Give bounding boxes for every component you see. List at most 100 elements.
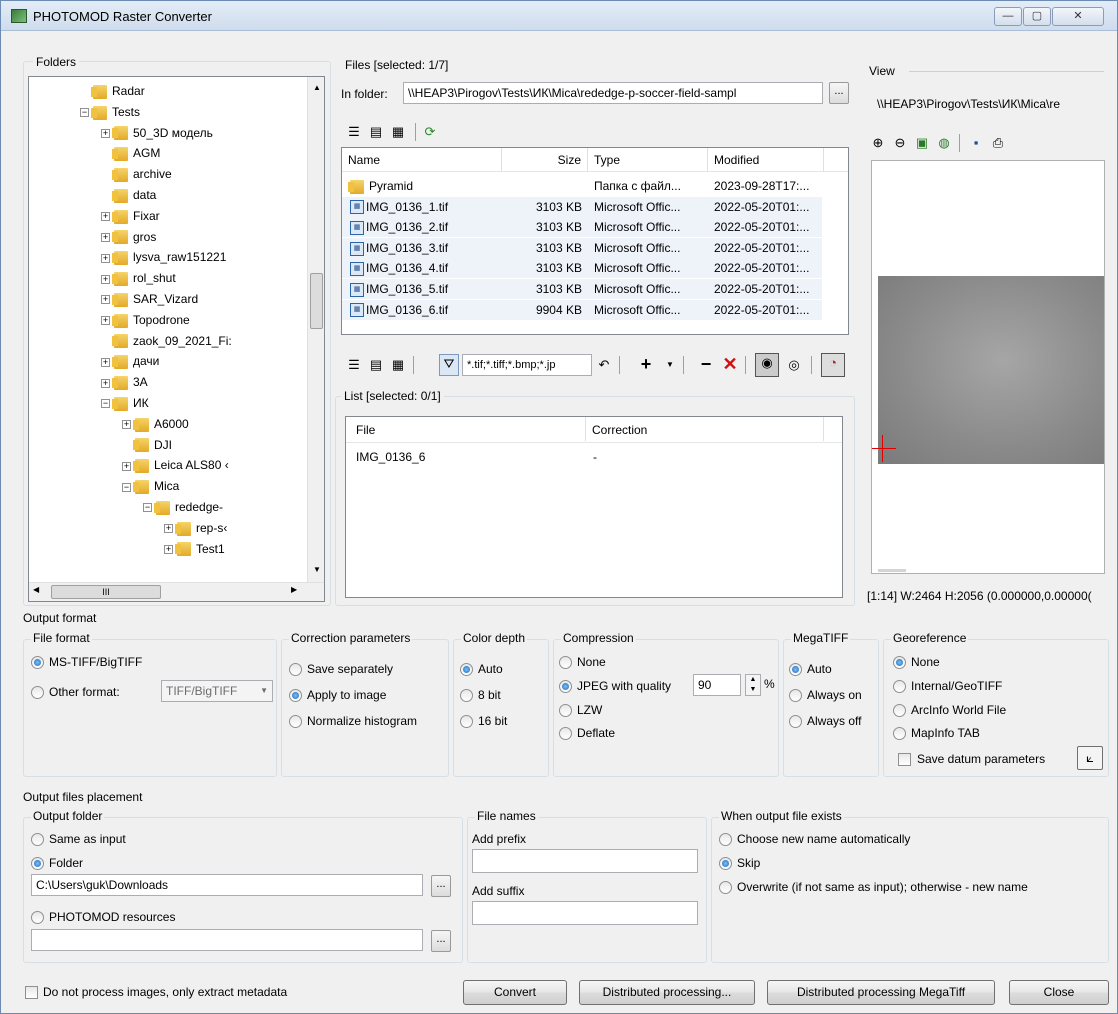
tree-item[interactable]: + Test1 bbox=[164, 539, 225, 559]
collapse-icon[interactable]: − bbox=[122, 482, 131, 492]
tree-item[interactable]: Radar bbox=[80, 81, 145, 101]
add-icon[interactable]: + bbox=[637, 355, 655, 373]
distributed-megatiff-button[interactable]: Distributed processing MegaTiff bbox=[767, 980, 995, 1005]
scroll-right-icon[interactable]: ▶ bbox=[291, 585, 297, 594]
tree-item[interactable]: archive bbox=[101, 164, 172, 184]
save-icon[interactable]: ▪ bbox=[967, 134, 985, 152]
filter-icon[interactable]: ⛛ bbox=[439, 354, 459, 376]
jpeg-quality-input[interactable]: 90 bbox=[693, 674, 741, 696]
prefix-input[interactable] bbox=[472, 849, 698, 873]
geo-internal-radio[interactable] bbox=[893, 680, 906, 693]
collapse-icon[interactable]: − bbox=[143, 503, 152, 513]
choose-new-name-label[interactable]: Choose new name automatically bbox=[737, 832, 910, 846]
expand-icon[interactable]: + bbox=[122, 461, 131, 471]
preview-pane[interactable] bbox=[871, 160, 1105, 574]
save-separately-label[interactable]: Save separately bbox=[307, 662, 393, 676]
remove-icon[interactable]: − bbox=[697, 355, 715, 373]
comp-none-radio[interactable] bbox=[559, 656, 572, 669]
apply-to-image-label[interactable]: Apply to image bbox=[307, 688, 386, 702]
apply-to-image-radio[interactable] bbox=[289, 689, 302, 702]
expand-icon[interactable]: + bbox=[101, 295, 110, 305]
tree-item[interactable]: + SAR_Vizard bbox=[101, 289, 198, 309]
folder-tree[interactable]: Radar − Tests +50_3D модель AGM archive data + F… bbox=[28, 76, 325, 602]
file-row[interactable]: ▦ IMG_0136_5.tif 3103 KB Microsoft Offic...… bbox=[342, 279, 822, 299]
tree-item[interactable]: + A6000 bbox=[122, 414, 189, 434]
file-row[interactable]: ▦ IMG_0136_4.tif 3103 KB Microsoft Offic...… bbox=[342, 258, 822, 279]
skip-label[interactable]: Skip bbox=[737, 856, 760, 870]
expand-icon[interactable]: + bbox=[101, 274, 110, 284]
tree-item[interactable]: − Tests bbox=[80, 102, 140, 122]
expand-icon[interactable]: + bbox=[101, 232, 110, 242]
filter-mask-input[interactable]: *.tif;*.tiff;*.bmp;*.jp bbox=[462, 354, 592, 376]
view-list-icon[interactable]: ▤ bbox=[367, 123, 385, 141]
other-format-radio[interactable] bbox=[31, 686, 44, 699]
tree-item[interactable]: +50_3D модель bbox=[101, 123, 213, 143]
comp-deflate-label[interactable]: Deflate bbox=[577, 726, 615, 740]
geo-arcinfo-radio[interactable] bbox=[893, 704, 906, 717]
depth-16bit-label[interactable]: 16 bit bbox=[478, 714, 507, 728]
tree-item[interactable]: zaok_09_2021_Fi: bbox=[101, 331, 232, 351]
mega-off-label[interactable]: Always off bbox=[807, 714, 861, 728]
list-row-file[interactable]: IMG_0136_6 bbox=[356, 450, 425, 464]
expand-icon[interactable]: + bbox=[101, 316, 110, 326]
scroll-down-icon[interactable]: ▼ bbox=[313, 565, 321, 574]
tree-item[interactable]: + rol_shut bbox=[101, 268, 176, 288]
expand-icon[interactable]: + bbox=[164, 524, 173, 534]
comp-lzw-label[interactable]: LZW bbox=[577, 703, 602, 717]
geo-mapinfo-radio[interactable] bbox=[893, 727, 906, 740]
title-bar[interactable]: PHOTOMOD Raster Converter — ▢ ✕ bbox=[1, 1, 1117, 31]
depth-auto-radio[interactable] bbox=[460, 663, 473, 676]
comp-jpeg-radio[interactable] bbox=[559, 680, 572, 693]
skip-radio[interactable] bbox=[719, 857, 732, 870]
preview-toggle-icon[interactable]: ◉ bbox=[755, 353, 779, 377]
tree-item[interactable]: + gros bbox=[101, 227, 156, 247]
close-window-button[interactable]: ✕ bbox=[1052, 7, 1104, 26]
eye-icon[interactable]: ◎ bbox=[785, 356, 803, 374]
metadata-only-label[interactable]: Do not process images, only extract meta… bbox=[43, 985, 287, 999]
tree-item[interactable]: +3A bbox=[101, 372, 148, 392]
correction-icon[interactable]: ◔ bbox=[821, 353, 845, 377]
expand-icon[interactable]: + bbox=[101, 357, 110, 367]
ms-tiff-label[interactable]: MS-TIFF/BigTIFF bbox=[49, 655, 142, 669]
zoom-in-icon[interactable]: ⊕ bbox=[869, 134, 887, 152]
geo-none-radio[interactable] bbox=[893, 656, 906, 669]
expand-icon[interactable]: + bbox=[122, 420, 131, 430]
minimize-button[interactable]: — bbox=[994, 7, 1022, 26]
delete-icon[interactable]: ✕ bbox=[721, 355, 739, 373]
ms-tiff-radio[interactable] bbox=[31, 656, 44, 669]
other-format-label[interactable]: Other format: bbox=[49, 685, 120, 699]
file-row[interactable]: ▦ IMG_0136_1.tif 3103 KB Microsoft Offic...… bbox=[342, 196, 822, 217]
resources-input[interactable] bbox=[31, 929, 423, 951]
convert-button[interactable]: Convert bbox=[463, 980, 567, 1005]
folder-label[interactable]: Folder bbox=[49, 856, 83, 870]
mega-auto-radio[interactable] bbox=[789, 663, 802, 676]
list-view-details-icon[interactable]: ☰ bbox=[345, 356, 363, 374]
expand-icon[interactable]: + bbox=[101, 128, 110, 138]
view-icons-icon[interactable]: ▦ bbox=[389, 123, 407, 141]
expand-icon[interactable]: + bbox=[101, 212, 110, 222]
col-correction[interactable]: Correction bbox=[586, 417, 824, 441]
col-type[interactable]: Type bbox=[588, 148, 708, 172]
photomod-resources-radio[interactable] bbox=[31, 911, 44, 924]
scroll-left-icon[interactable]: ◀ bbox=[33, 585, 39, 594]
comp-lzw-radio[interactable] bbox=[559, 704, 572, 717]
normalize-histogram-radio[interactable] bbox=[289, 715, 302, 728]
output-folder-input[interactable]: C:\Users\guk\Downloads bbox=[31, 874, 423, 896]
collapse-icon[interactable]: − bbox=[80, 108, 89, 118]
save-datum-label[interactable]: Save datum parameters bbox=[917, 752, 1045, 766]
col-file[interactable]: File bbox=[346, 417, 586, 441]
zoom-fit-icon[interactable]: ▣ bbox=[913, 134, 931, 152]
collapse-icon[interactable]: − bbox=[101, 399, 110, 409]
list-view-list-icon[interactable]: ▤ bbox=[367, 356, 385, 374]
depth-8bit-radio[interactable] bbox=[460, 689, 473, 702]
suffix-input[interactable] bbox=[472, 901, 698, 925]
tree-item[interactable]: + lysva_raw151221 bbox=[101, 247, 226, 267]
refresh-icon[interactable]: ⟳ bbox=[421, 123, 439, 141]
file-row[interactable]: ▦ IMG_0136_3.tif 3103 KB Microsoft Offic...… bbox=[342, 237, 822, 258]
comp-deflate-radio[interactable] bbox=[559, 727, 572, 740]
depth-16bit-radio[interactable] bbox=[460, 715, 473, 728]
browse-output-folder-button[interactable]: ... bbox=[431, 875, 451, 897]
tree-item[interactable]: + Topodrone bbox=[101, 310, 190, 330]
col-size[interactable]: Size bbox=[502, 148, 588, 172]
folder-radio[interactable] bbox=[31, 857, 44, 870]
